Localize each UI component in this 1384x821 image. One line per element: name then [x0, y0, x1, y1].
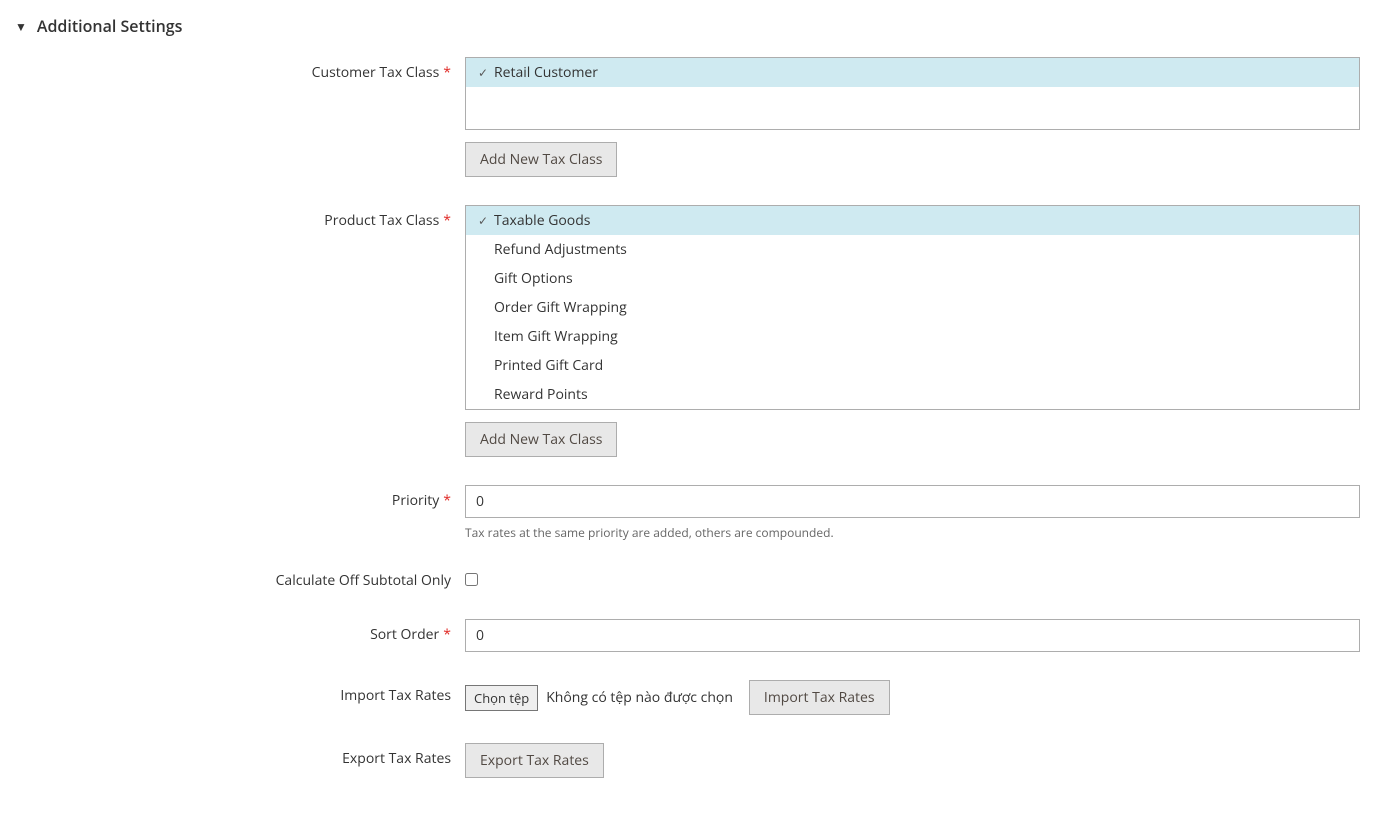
option-label: Order Gift Wrapping	[494, 297, 627, 318]
export-tax-rates-label: Export Tax Rates	[15, 743, 465, 768]
sort-order-label: Sort Order*	[15, 619, 465, 644]
product-tax-class-option[interactable]: Refund Adjustments	[466, 235, 1359, 264]
priority-label: Priority*	[15, 485, 465, 510]
choose-file-button[interactable]: Chọn tệp	[465, 685, 538, 711]
sort-order-input[interactable]	[465, 619, 1360, 652]
product-tax-class-select[interactable]: ✓Taxable Goods Refund Adjustments Gift Opt…	[465, 205, 1360, 410]
option-label: Printed Gift Card	[494, 355, 603, 376]
priority-field: Priority* Tax rates at the same priority…	[15, 485, 1369, 541]
option-label: Reward Points	[494, 384, 588, 405]
product-tax-class-field: Product Tax Class* ✓Taxable Goods Refund …	[15, 205, 1369, 457]
option-label: Gift Options	[494, 268, 573, 289]
product-tax-class-option[interactable]: ✓Taxable Goods	[466, 206, 1359, 235]
customer-tax-class-label: Customer Tax Class*	[15, 57, 465, 82]
sort-order-field: Sort Order*	[15, 619, 1369, 652]
product-tax-class-option[interactable]: Gift Options	[466, 264, 1359, 293]
check-icon: ✓	[478, 212, 492, 230]
product-tax-class-option[interactable]: Order Gift Wrapping	[466, 293, 1359, 322]
calculate-subtotal-label: Calculate Off Subtotal Only	[15, 571, 465, 590]
option-label: Refund Adjustments	[494, 239, 627, 260]
calculate-subtotal-field: Calculate Off Subtotal Only	[15, 569, 1369, 591]
option-label: Item Gift Wrapping	[494, 326, 618, 347]
collapse-icon: ▼	[15, 18, 27, 35]
product-tax-class-option[interactable]: Item Gift Wrapping	[466, 322, 1359, 351]
product-tax-class-label: Product Tax Class*	[15, 205, 465, 230]
option-label: Taxable Goods	[494, 210, 590, 231]
priority-input[interactable]	[465, 485, 1360, 518]
no-file-text: Không có tệp nào được chọn	[546, 688, 733, 707]
customer-tax-class-field: Customer Tax Class* ✓Retail Customer Add…	[15, 57, 1369, 177]
section-header[interactable]: ▼ Additional Settings	[15, 15, 1369, 37]
product-tax-class-option[interactable]: Reward Points	[466, 380, 1359, 409]
customer-tax-class-option[interactable]: ✓Retail Customer	[466, 58, 1359, 87]
export-tax-rates-button[interactable]: Export Tax Rates	[465, 743, 604, 778]
customer-tax-class-select[interactable]: ✓Retail Customer	[465, 57, 1360, 130]
product-tax-class-option[interactable]: Printed Gift Card	[466, 351, 1359, 380]
import-tax-rates-field: Import Tax Rates Chọn tệp Không có tệp n…	[15, 680, 1369, 715]
priority-note: Tax rates at the same priority are added…	[465, 524, 1360, 541]
export-tax-rates-field: Export Tax Rates Export Tax Rates	[15, 743, 1369, 778]
option-label: Retail Customer	[494, 62, 598, 83]
import-tax-rates-button[interactable]: Import Tax Rates	[749, 680, 890, 715]
check-icon: ✓	[478, 64, 492, 82]
import-tax-rates-label: Import Tax Rates	[15, 680, 465, 705]
calculate-subtotal-checkbox[interactable]	[465, 573, 478, 586]
add-customer-tax-class-button[interactable]: Add New Tax Class	[465, 142, 617, 177]
add-product-tax-class-button[interactable]: Add New Tax Class	[465, 422, 617, 457]
section-title: Additional Settings	[37, 15, 183, 37]
